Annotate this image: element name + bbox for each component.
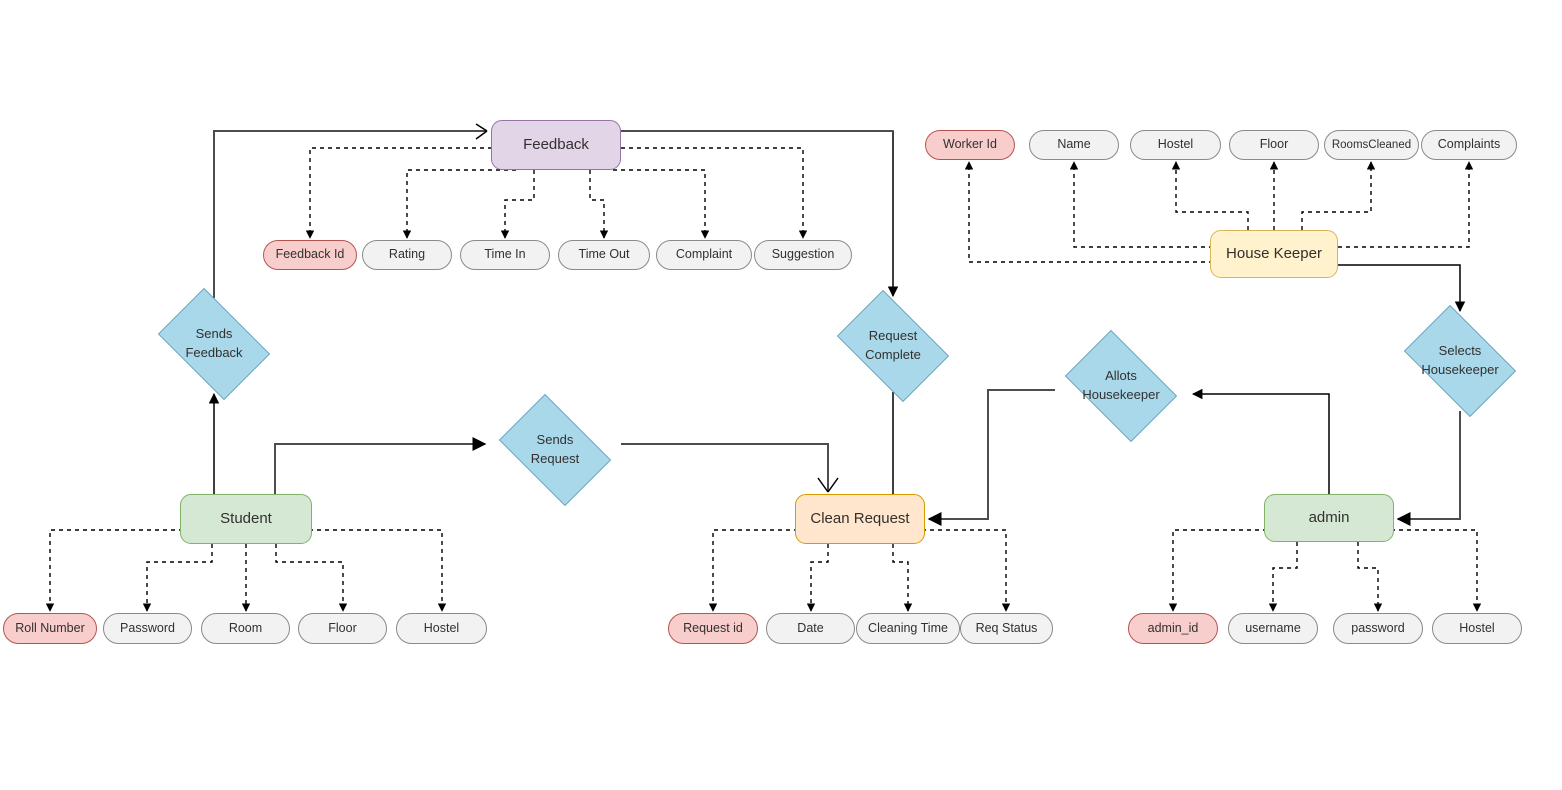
- attribute-label: Hostel: [1157, 137, 1194, 152]
- attribute-label: Feedback Id: [275, 247, 345, 262]
- edge-feedback-requestcomplete: [621, 130, 899, 298]
- attribute-suggestion[interactable]: Suggestion: [754, 240, 852, 270]
- edge-sendsrequest-cleanrequest: [621, 443, 829, 492]
- attribute-housekeeper-floor[interactable]: Floor: [1229, 130, 1319, 160]
- attribute-rating[interactable]: Rating: [362, 240, 452, 270]
- attribute-label: Hostel: [423, 620, 460, 635]
- attribute-student-password[interactable]: Password: [103, 613, 192, 644]
- attribute-admin-hostel[interactable]: Hostel: [1432, 613, 1522, 644]
- entity-admin[interactable]: admin: [1264, 494, 1394, 542]
- attribute-cleaning-time[interactable]: Cleaning Time: [856, 613, 960, 644]
- edge-housekeeper-selectshousekeeper: [1338, 264, 1466, 313]
- entity-admin-label: admin: [1308, 509, 1350, 527]
- entity-feedback[interactable]: Feedback: [491, 120, 621, 170]
- attribute-label: Hostel: [1459, 620, 1495, 635]
- attribute-label: Date: [797, 620, 824, 635]
- edge-layer: [45, 123, 1482, 612]
- er-diagram-canvas: Feedback House Keeper Student Clean Requ…: [0, 0, 1562, 790]
- relationship-selects-housekeeper-label: Selects Housekeeper: [1421, 343, 1499, 377]
- attribute-label: Suggestion: [771, 247, 835, 262]
- relationship-allots-housekeeper-label: Allots Housekeeper: [1082, 368, 1160, 402]
- attribute-housekeeper-hostel[interactable]: Hostel: [1130, 130, 1221, 160]
- attribute-label: Rating: [388, 247, 426, 262]
- attribute-label: Time In: [484, 247, 526, 262]
- relationship-request-complete-label: Request Complete: [865, 328, 921, 362]
- edge-selectshousekeeper-admin: [1396, 411, 1461, 526]
- attribute-housekeeper-name[interactable]: Name: [1029, 130, 1119, 160]
- relationship-request-complete[interactable]: Request Complete: [827, 290, 959, 402]
- attribute-room[interactable]: Room: [201, 613, 290, 644]
- attribute-complaints[interactable]: Complaints: [1421, 130, 1517, 160]
- attribute-label: password: [1351, 620, 1405, 635]
- attribute-label: Time Out: [578, 247, 630, 262]
- entity-clean-request[interactable]: Clean Request: [795, 494, 925, 544]
- entity-house-keeper[interactable]: House Keeper: [1210, 230, 1338, 278]
- edge-admin-allotshousekeeper: [1191, 388, 1330, 494]
- edge-sendsfeedback-feedback: [213, 130, 487, 298]
- attribute-worker-id[interactable]: Worker Id: [925, 130, 1015, 160]
- attribute-label: Request id: [683, 620, 743, 635]
- attribute-username[interactable]: username: [1228, 613, 1318, 644]
- attribute-req-status[interactable]: Req Status: [960, 613, 1053, 644]
- attribute-admin-id[interactable]: admin_id: [1128, 613, 1218, 644]
- attribute-label: admin_id: [1147, 620, 1199, 635]
- attribute-label: Complaint: [675, 247, 733, 262]
- attribute-feedback-id[interactable]: Feedback Id: [263, 240, 357, 270]
- attribute-label: Cleaning Time: [868, 620, 948, 635]
- attribute-label: Floor: [328, 620, 357, 635]
- attribute-label: Room: [228, 620, 263, 635]
- attribute-label: Name: [1057, 137, 1091, 152]
- attribute-label: Complaints: [1437, 137, 1501, 152]
- relationship-sends-feedback-label: Sends Feedback: [185, 326, 243, 360]
- attribute-rooms-cleaned[interactable]: RoomsCleaned: [1324, 130, 1419, 160]
- entity-student-label: Student: [220, 510, 272, 528]
- attribute-student-floor[interactable]: Floor: [298, 613, 387, 644]
- entity-clean-request-label: Clean Request: [810, 510, 910, 528]
- relationship-allots-housekeeper[interactable]: Allots Housekeeper: [1055, 330, 1187, 442]
- entity-feedback-label: Feedback: [523, 136, 589, 154]
- attribute-time-in[interactable]: Time In: [460, 240, 550, 270]
- attribute-student-hostel[interactable]: Hostel: [396, 613, 487, 644]
- attribute-request-id[interactable]: Request id: [668, 613, 758, 644]
- edge-allotshousekeeper-cleanrequest: [927, 389, 1055, 526]
- attribute-label: Worker Id: [943, 137, 997, 152]
- attribute-admin-password[interactable]: password: [1333, 613, 1423, 644]
- attribute-roll-number[interactable]: Roll Number: [3, 613, 97, 644]
- edge-student-sendsrequest: [274, 437, 487, 494]
- relationship-sends-request-label: Sends Request: [530, 432, 580, 466]
- entity-student[interactable]: Student: [180, 494, 312, 544]
- attribute-time-out[interactable]: Time Out: [558, 240, 650, 270]
- relationship-sends-request[interactable]: Sends Request: [489, 394, 621, 506]
- entity-house-keeper-label: House Keeper: [1226, 245, 1322, 263]
- attribute-label: username: [1245, 620, 1301, 635]
- attribute-complaint[interactable]: Complaint: [656, 240, 752, 270]
- attribute-label: Password: [120, 620, 175, 635]
- attribute-links-admin: [1168, 529, 1482, 612]
- attribute-label: Req Status: [975, 620, 1038, 635]
- attribute-label: Floor: [1259, 137, 1289, 152]
- relationship-sends-feedback[interactable]: Sends Feedback: [148, 288, 280, 400]
- attribute-label: Roll Number: [15, 620, 85, 635]
- relationship-selects-housekeeper[interactable]: Selects Housekeeper: [1394, 305, 1526, 417]
- attribute-date[interactable]: Date: [766, 613, 855, 644]
- attribute-label: RoomsCleaned: [1331, 138, 1412, 151]
